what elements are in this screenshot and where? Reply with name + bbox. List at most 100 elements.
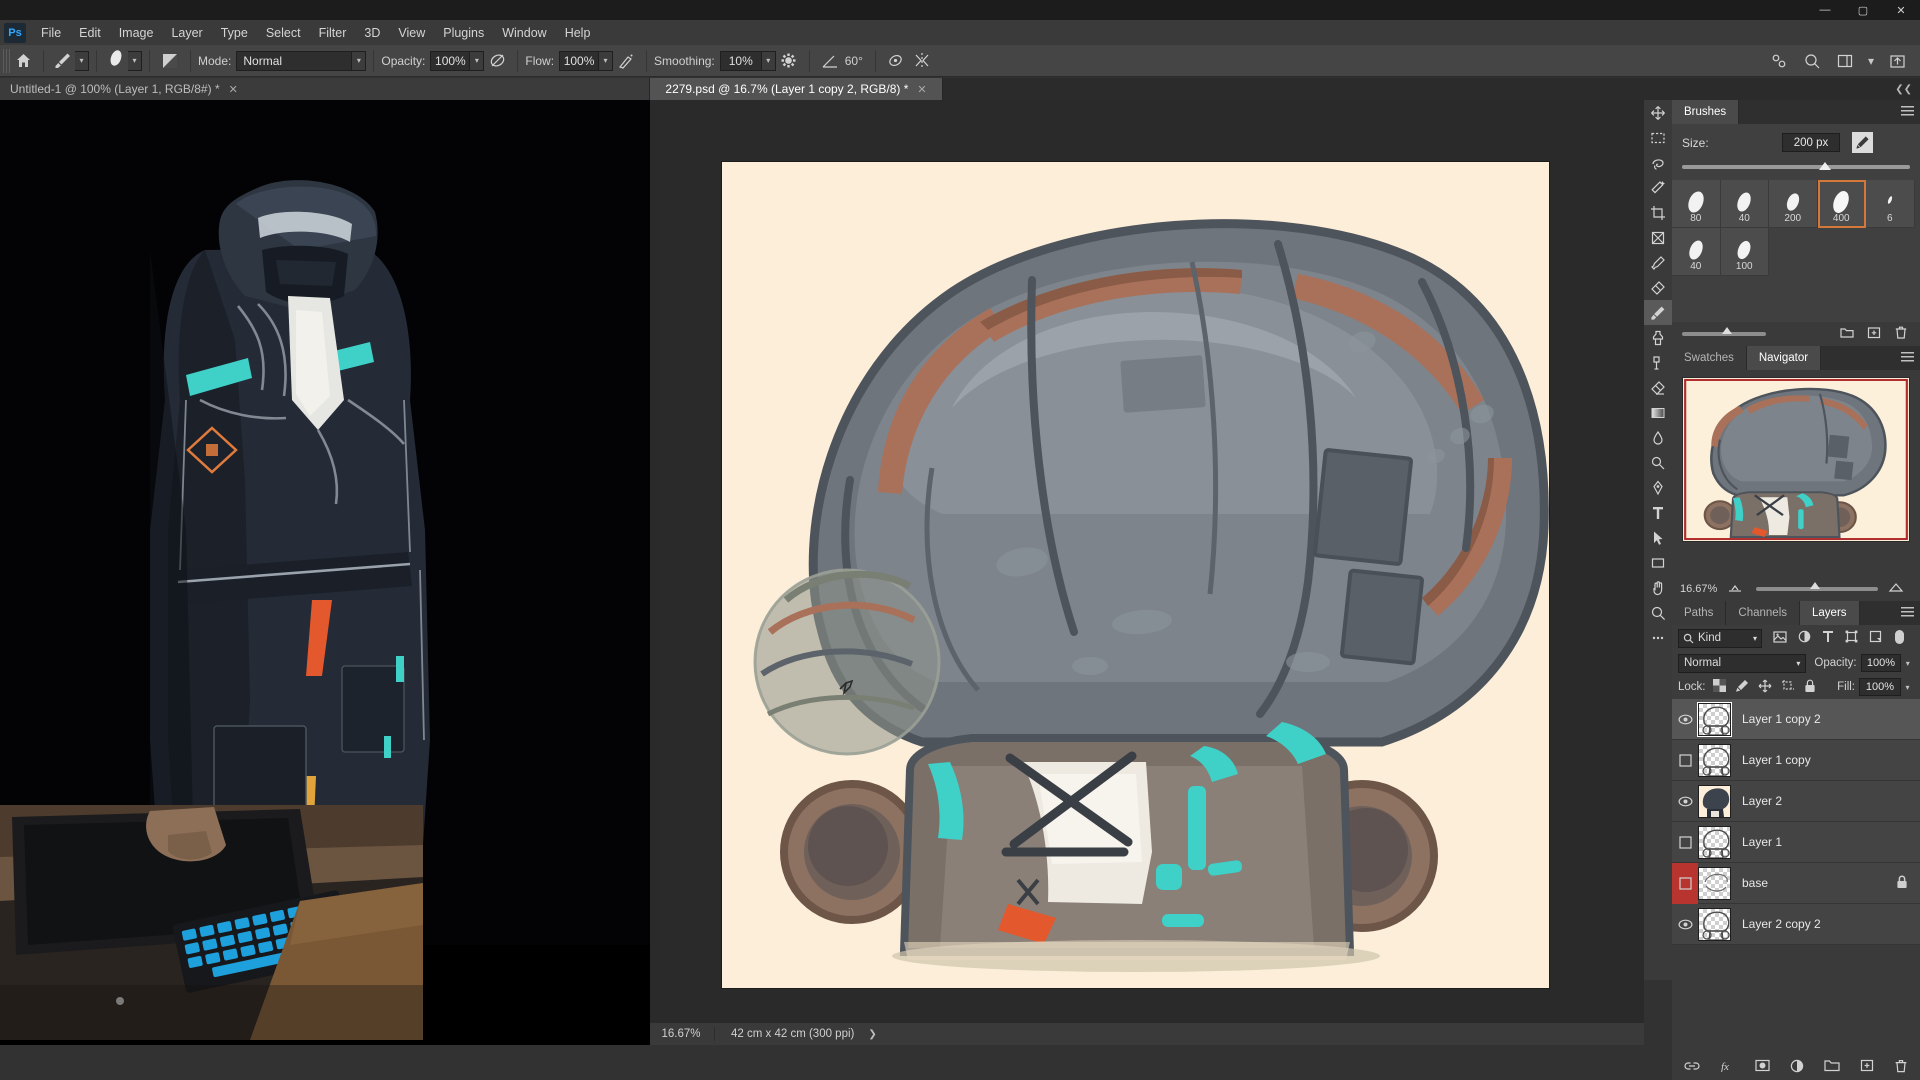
tool-eraser[interactable]: [1644, 375, 1672, 400]
delete-brush-icon[interactable]: [1894, 326, 1908, 342]
pressure-opacity-icon[interactable]: [484, 49, 510, 73]
chevron-down-icon[interactable]: ▾: [761, 50, 776, 71]
menu-filter[interactable]: Filter: [310, 23, 356, 43]
filter-shape-layers-icon[interactable]: [1845, 630, 1858, 646]
share-icon[interactable]: [1766, 49, 1792, 73]
navigator-thumbnail[interactable]: [1682, 377, 1910, 542]
new-layer-icon[interactable]: [1860, 1059, 1874, 1075]
brush-tool-icon[interactable]: [51, 49, 75, 73]
new-brush-icon[interactable]: [1867, 326, 1881, 342]
tool-path-selection[interactable]: [1644, 525, 1672, 550]
navigator-zoom-value[interactable]: 16.67%: [1680, 583, 1728, 595]
options-bar-grip[interactable]: [3, 48, 10, 73]
reference-photo-inset[interactable]: [0, 805, 423, 1040]
lock-transparent-pixels-icon[interactable]: [1712, 679, 1726, 695]
tool-brush[interactable]: [1644, 300, 1672, 325]
canvas-workspace[interactable]: 16.67% 42 cm x 42 cm (300 ppi) ❯: [650, 100, 1644, 1045]
smoothing-gear-icon[interactable]: [776, 49, 802, 73]
chevron-down-icon[interactable]: ▾: [470, 50, 485, 71]
layer-thumbnail[interactable]: [1698, 784, 1731, 818]
tab-layers[interactable]: Layers: [1800, 601, 1860, 625]
brush-preset-80[interactable]: 80: [1672, 180, 1721, 228]
opacity-select[interactable]: 100% ▾: [430, 50, 485, 71]
chevron-down-icon[interactable]: ▾: [1901, 654, 1914, 672]
tool-blur[interactable]: [1644, 425, 1672, 450]
layer-visibility-toggle[interactable]: [1672, 904, 1698, 945]
tool-hand[interactable]: [1644, 575, 1672, 600]
tool-type[interactable]: [1644, 500, 1672, 525]
new-adjustment-layer-icon[interactable]: [1790, 1059, 1804, 1076]
menu-type[interactable]: Type: [212, 23, 257, 43]
tool-quick-select[interactable]: [1644, 175, 1672, 200]
minimize-button[interactable]: —: [1806, 0, 1844, 20]
status-chevron-icon[interactable]: ❯: [868, 1029, 876, 1040]
tablet-pressure-size-icon[interactable]: [883, 49, 909, 73]
workspace-switcher-icon[interactable]: [1832, 49, 1858, 73]
brush-preset-40b[interactable]: 40: [1672, 228, 1721, 276]
chevron-down-icon[interactable]: ▾: [1796, 659, 1800, 668]
flow-value[interactable]: 100%: [559, 50, 600, 71]
brush-tool-chevron-icon[interactable]: ▾: [75, 50, 89, 71]
tab-channels[interactable]: Channels: [1726, 601, 1801, 625]
layer-visibility-toggle[interactable]: [1672, 822, 1698, 863]
chevron-down-icon[interactable]: ▾: [599, 50, 614, 71]
menu-3d[interactable]: 3D: [355, 23, 389, 43]
chevron-down-icon[interactable]: ▾: [1901, 678, 1914, 696]
navigator-zoom-slider[interactable]: [1756, 582, 1878, 591]
menu-file[interactable]: File: [32, 23, 70, 43]
zoom-in-icon[interactable]: [1888, 582, 1904, 597]
brush-preset-200[interactable]: 200: [1769, 180, 1818, 228]
layer-filter-kind-select[interactable]: Kind ▾: [1678, 628, 1762, 648]
tool-crop[interactable]: [1644, 200, 1672, 225]
tool-lasso[interactable]: [1644, 150, 1672, 175]
document-untitled-1[interactable]: [0, 100, 650, 1045]
new-group-icon[interactable]: [1824, 1059, 1840, 1075]
layer-fill-input[interactable]: 100%: [1859, 678, 1901, 696]
layer-visibility-toggle[interactable]: [1672, 862, 1698, 904]
menu-window[interactable]: Window: [493, 23, 555, 43]
panel-menu-icon[interactable]: [1901, 106, 1914, 117]
lock-image-pixels-icon[interactable]: [1735, 679, 1749, 695]
home-icon[interactable]: [10, 49, 36, 73]
tool-zoom[interactable]: [1644, 600, 1672, 625]
filter-type-layers-icon[interactable]: [1822, 630, 1834, 646]
workspace-chevron-icon[interactable]: ▾: [1865, 49, 1877, 73]
brush-footer-slider[interactable]: [1682, 327, 1766, 336]
maximize-button[interactable]: ▢: [1844, 0, 1882, 20]
slider-thumb[interactable]: [1818, 162, 1831, 170]
tool-dodge[interactable]: [1644, 450, 1672, 475]
filter-pixel-layers-icon[interactable]: [1773, 630, 1787, 646]
add-layer-mask-icon[interactable]: [1755, 1059, 1770, 1075]
tab-swatches[interactable]: Swatches: [1672, 346, 1747, 370]
tool-eyedropper[interactable]: [1644, 250, 1672, 275]
search-icon[interactable]: [1799, 49, 1825, 73]
tool-move[interactable]: [1644, 100, 1672, 125]
collapse-panels-icon[interactable]: ❮❮: [1895, 84, 1912, 95]
layer-thumbnail[interactable]: [1697, 701, 1732, 737]
lock-all-icon[interactable]: [1804, 679, 1816, 696]
tab-brushes[interactable]: Brushes: [1672, 100, 1740, 124]
tool-pen[interactable]: [1644, 475, 1672, 500]
filter-smart-objects-icon[interactable]: [1869, 630, 1882, 646]
panel-menu-icon[interactable]: [1901, 607, 1914, 618]
layer-blend-mode-select[interactable]: Normal ▾: [1678, 653, 1807, 673]
brush-preset-40a[interactable]: 40: [1720, 180, 1769, 228]
tool-edit-toolbar[interactable]: [1644, 625, 1672, 650]
smoothing-value[interactable]: 10%: [719, 50, 762, 71]
menu-edit[interactable]: Edit: [70, 23, 110, 43]
layer-thumbnail[interactable]: [1698, 825, 1731, 859]
layer-thumbnail[interactable]: [1698, 743, 1731, 777]
close-icon[interactable]: ✕: [229, 83, 238, 96]
new-brush-folder-icon[interactable]: [1840, 326, 1854, 342]
tab-untitled-1[interactable]: Untitled-1 @ 100% (Layer 1, RGB/8#) * ✕: [0, 78, 650, 100]
close-icon[interactable]: ✕: [917, 83, 926, 96]
tool-gradient[interactable]: [1644, 400, 1672, 425]
brush-angle-value[interactable]: 60°: [845, 54, 863, 68]
layer-row[interactable]: Layer 2: [1672, 781, 1920, 822]
brush-preset-400-selected[interactable]: 400: [1817, 180, 1866, 228]
brush-size-input[interactable]: 200 px: [1782, 133, 1840, 152]
menu-image[interactable]: Image: [110, 23, 163, 43]
menu-help[interactable]: Help: [556, 23, 600, 43]
menu-view[interactable]: View: [389, 23, 434, 43]
brush-angle-icon[interactable]: [817, 49, 843, 73]
